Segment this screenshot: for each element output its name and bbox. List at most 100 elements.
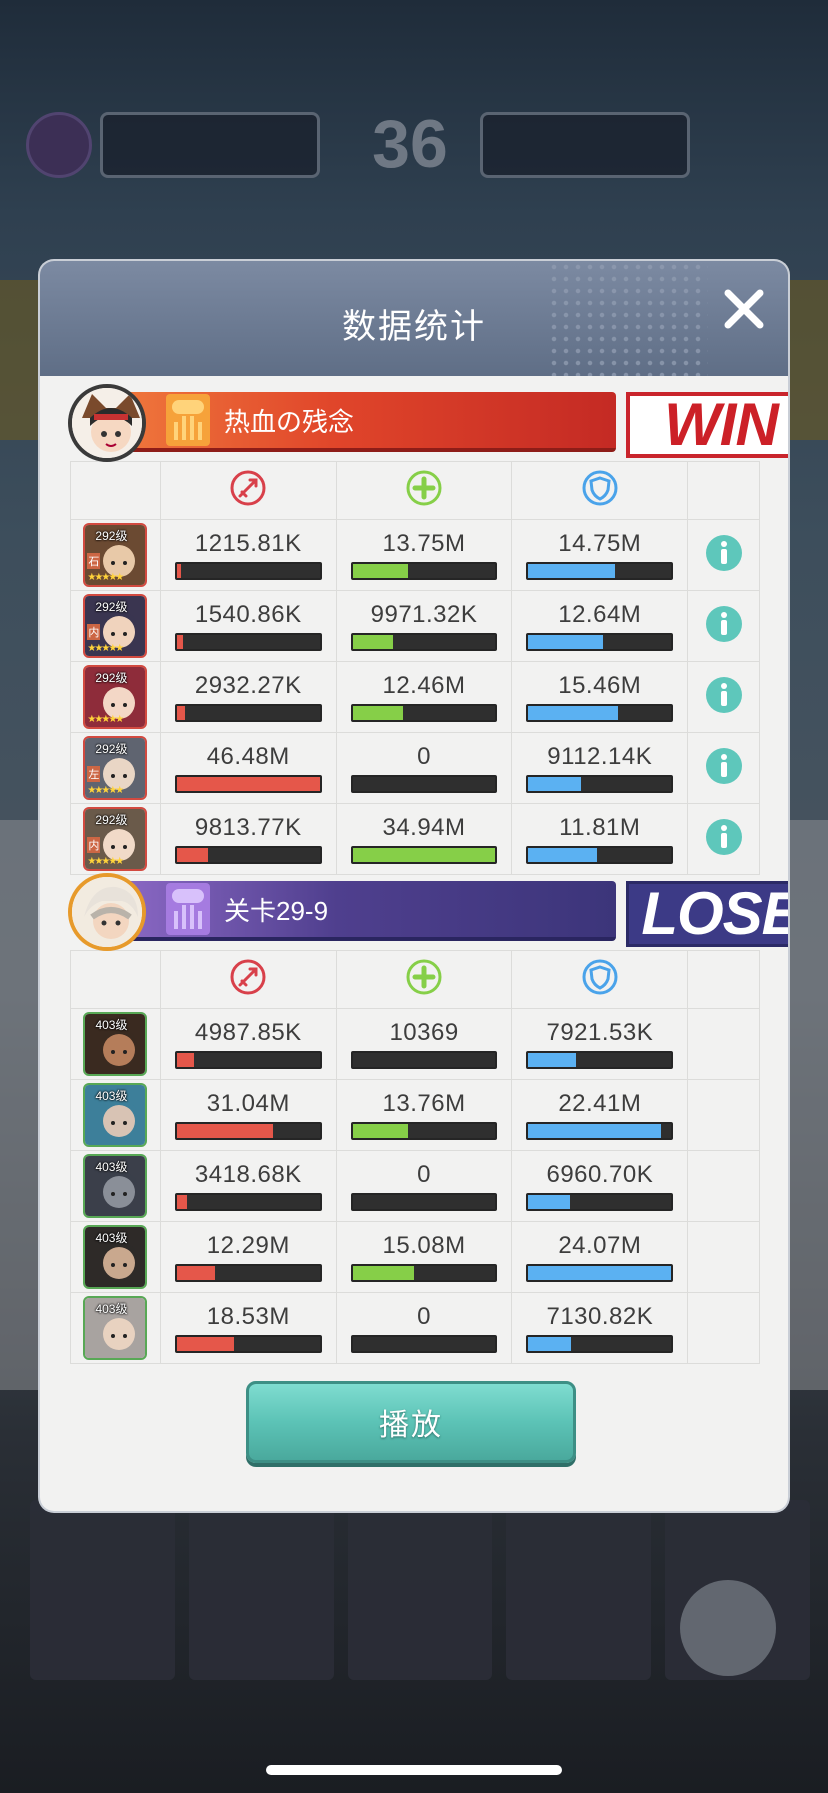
info-icon[interactable]	[705, 534, 743, 572]
hero-stars: ★★★★★	[87, 643, 124, 654]
damage-cell: 18.53M	[159, 1292, 337, 1364]
shield-cell: 14.75M	[511, 519, 689, 591]
hero-stat-row: 292级 左 ★★★★★ 46.48M 0 9112.14K	[70, 732, 760, 804]
hero-portrait[interactable]: 292级 石 ★★★★★	[83, 523, 148, 587]
heal-cell: 12.46M	[335, 661, 513, 733]
team-banner-lose: 关卡29-9 LOSE	[68, 873, 788, 951]
hero-portrait[interactable]: 403级	[83, 1225, 148, 1289]
damage-bar	[174, 846, 322, 864]
hero-stat-row: 292级 内 ★★★★★ 1540.86K 9971.32K 12.64M	[70, 590, 760, 662]
stats-header-row	[70, 950, 760, 1009]
shield-bar	[526, 704, 674, 722]
hero-class-tag: 内	[87, 624, 101, 640]
info-icon[interactable]	[705, 818, 743, 856]
heal-bar	[350, 704, 498, 722]
heal-value: 10369	[389, 1019, 459, 1046]
stats-header-row	[70, 461, 760, 520]
hero-portrait[interactable]: 292级 内 ★★★★★	[83, 807, 148, 871]
hero-level: 403级	[95, 1231, 128, 1245]
shield-cell: 9112.14K	[511, 732, 689, 804]
hero-portrait[interactable]: 292级 左 ★★★★★	[83, 736, 148, 800]
shield-value: 15.46M	[558, 672, 642, 699]
heal-cell: 9971.32K	[335, 590, 513, 662]
heal-cell: 34.94M	[335, 803, 513, 875]
heal-bar	[350, 1122, 498, 1140]
heal-icon	[406, 959, 442, 995]
shield-bar-fill	[528, 1266, 672, 1280]
damage-bar	[174, 704, 322, 722]
hero-stat-row: 292级 内 ★★★★★ 9813.77K 34.94M 11.81M	[70, 803, 760, 875]
hero-portrait[interactable]: 292级 内 ★★★★★	[83, 594, 148, 658]
hero-portrait[interactable]: 403级	[83, 1296, 148, 1360]
damage-cell: 4987.85K	[159, 1008, 337, 1080]
bg-card	[188, 1500, 334, 1680]
hero-level: 403级	[95, 1302, 128, 1316]
heal-icon	[406, 470, 442, 506]
damage-value: 46.48M	[206, 743, 290, 770]
hero-cell: 292级 石 ★★★★★	[70, 519, 161, 591]
shield-value: 24.07M	[558, 1232, 642, 1259]
damage-bar	[174, 1193, 322, 1211]
heal-value: 12.46M	[382, 672, 466, 699]
hero-portrait[interactable]: 292级 ★★★★★	[83, 665, 148, 729]
info-icon[interactable]	[705, 676, 743, 714]
damage-bar-fill	[176, 848, 209, 862]
damage-value: 1540.86K	[194, 601, 302, 628]
play-replay-button[interactable]: 播放	[246, 1381, 576, 1463]
hero-level: 403级	[95, 1089, 128, 1103]
heal-value: 0	[417, 743, 431, 770]
hero-cell: 403级	[70, 1079, 161, 1151]
play-button-label: 播放	[379, 1409, 443, 1442]
hero-cell: 403级	[70, 1008, 161, 1080]
hero-cell: 292级 内 ★★★★★	[70, 590, 161, 662]
damage-bar	[174, 775, 322, 793]
damage-bar-fill	[176, 564, 182, 578]
close-icon[interactable]	[718, 283, 770, 335]
shield-cell: 15.46M	[511, 661, 689, 733]
info-icon[interactable]	[705, 605, 743, 643]
shield-bar	[526, 775, 674, 793]
team-name-bar: 关卡29-9	[108, 881, 616, 941]
shield-bar-fill	[528, 1337, 572, 1351]
damage-value: 12.29M	[206, 1232, 290, 1259]
result-badge-lose: LOSE	[626, 881, 788, 947]
shield-value: 9112.14K	[547, 743, 653, 770]
team-emblem-icon	[166, 883, 210, 935]
info-icon[interactable]	[705, 747, 743, 785]
team-banner-win: 热血の残念 WIN	[68, 384, 788, 462]
damage-bar-fill	[176, 1124, 273, 1138]
shield-bar-fill	[528, 706, 619, 720]
hero-level: 292级	[95, 813, 128, 827]
heal-cell: 0	[335, 732, 513, 804]
bg-right-name-pill	[480, 112, 690, 178]
damage-bar-fill	[176, 635, 183, 649]
shield-bar-fill	[528, 777, 582, 791]
team-name: 关卡29-9	[224, 895, 329, 926]
hero-stat-row: 403级 4987.85K 10369 7921.53K	[70, 1008, 760, 1080]
result-badge-win: WIN	[626, 392, 788, 458]
shield-bar	[526, 1335, 674, 1353]
damage-value: 1215.81K	[194, 530, 302, 557]
hero-stat-row: 403级 31.04M 13.76M 22.41M	[70, 1079, 760, 1151]
hero-cell: 292级 内 ★★★★★	[70, 803, 161, 875]
hero-level: 292级	[95, 742, 128, 756]
hero-portrait[interactable]: 403级	[83, 1083, 148, 1147]
damage-bar	[174, 1122, 322, 1140]
shield-icon	[582, 470, 618, 506]
bg-score: 36	[372, 106, 448, 182]
hero-level: 292级	[95, 671, 128, 685]
damage-icon	[230, 959, 266, 995]
hero-portrait[interactable]: 403级	[83, 1012, 148, 1076]
home-indicator[interactable]	[266, 1765, 562, 1775]
hero-portrait[interactable]: 403级	[83, 1154, 148, 1218]
hero-stat-row: 403级 18.53M 0 7130.82K	[70, 1292, 760, 1364]
damage-cell: 9813.77K	[159, 803, 337, 875]
shield-cell: 7921.53K	[511, 1008, 689, 1080]
shield-value: 11.81M	[559, 814, 641, 841]
shield-bar-fill	[528, 1053, 576, 1067]
shield-bar	[526, 562, 674, 580]
heal-bar	[350, 1193, 498, 1211]
damage-bar	[174, 1264, 322, 1282]
shield-icon	[582, 959, 618, 995]
heal-bar	[350, 1335, 498, 1353]
